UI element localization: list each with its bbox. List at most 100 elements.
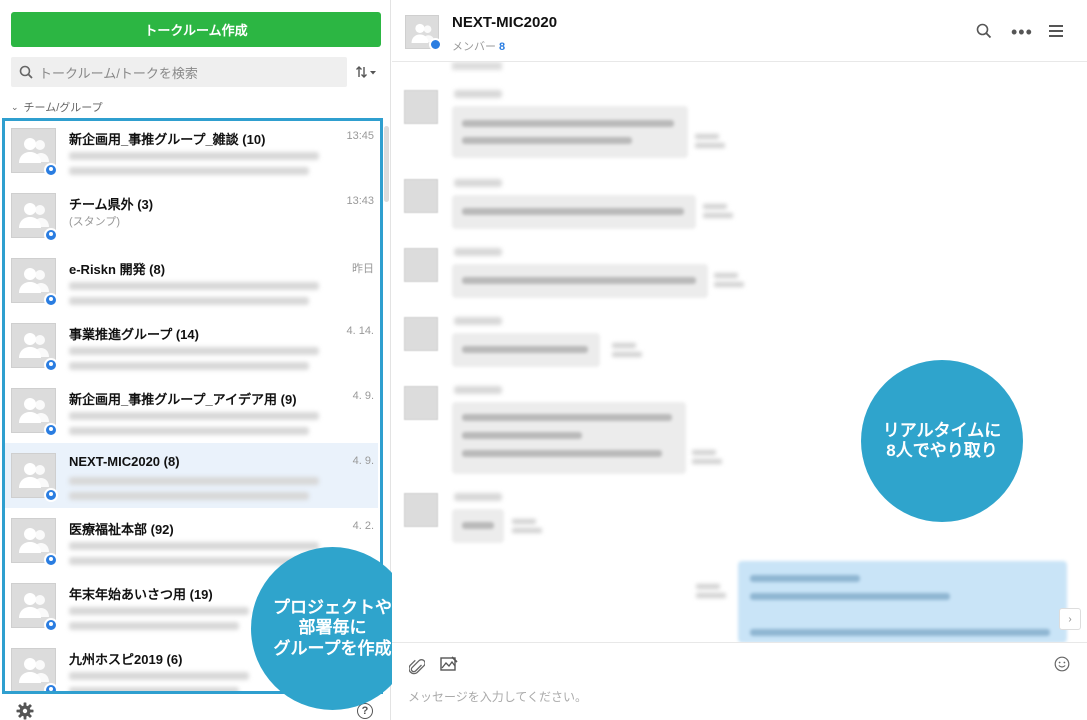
sender-name: [454, 493, 502, 501]
group-badge-icon: [44, 488, 58, 502]
callout-line: リアルタイムに: [882, 420, 1002, 440]
section-label: チーム/グループ: [23, 102, 103, 114]
chat-list-item-selected[interactable]: NEXT-MIC2020 (8) 4. 9.: [4, 443, 378, 508]
room-title: NEXT-MIC2020: [452, 14, 558, 31]
sender-avatar: [404, 386, 438, 420]
message-preview: [69, 297, 309, 305]
image-edit-icon[interactable]: [440, 656, 458, 672]
list-scrollbar[interactable]: [384, 126, 389, 202]
group-badge-icon: [44, 553, 58, 567]
search-icon: [19, 65, 33, 79]
sender-name: [454, 386, 502, 394]
sender-name: [454, 248, 502, 256]
message-input[interactable]: [408, 687, 1028, 707]
sender-avatar: [404, 90, 438, 124]
message-preview: [69, 282, 319, 290]
conversation-pane: NEXT-MIC2020 メンバー 8 ••• › メッセージを入力してください…: [392, 0, 1087, 720]
group-badge-icon: [44, 163, 58, 177]
chat-time: 13:43: [346, 195, 374, 207]
chat-name: 事業推進グループ (14): [69, 327, 199, 342]
chat-name: 九州ホスピ2019 (6): [69, 652, 183, 667]
message-preview: [69, 167, 309, 175]
sender-avatar: [404, 179, 438, 213]
message-meta: [703, 202, 735, 220]
menu-icon[interactable]: [1049, 24, 1063, 38]
message-bubble: [452, 264, 708, 298]
message-bubble: [452, 106, 688, 158]
callout-line: グループを作成: [273, 638, 392, 658]
chat-list-item[interactable]: チーム県外 (3) (スタンプ) 13:43: [4, 183, 378, 248]
message-bubble: [452, 195, 696, 229]
group-badge-icon: [429, 38, 442, 51]
message-preview: [69, 687, 239, 694]
create-talk-room-button[interactable]: トークルーム作成: [11, 12, 381, 47]
gear-icon[interactable]: [16, 702, 34, 720]
chat-name: 新企画用_事推グループ_アイデア用 (9): [69, 392, 297, 407]
message-meta: [695, 132, 727, 150]
sender-name: [454, 317, 502, 325]
chat-list-item[interactable]: 新企画用_事推グループ_雑談 (10) 13:45: [4, 118, 378, 183]
sender-name: [454, 179, 502, 187]
chat-list-item[interactable]: 事業推進グループ (14) 4. 14.: [4, 313, 378, 378]
search-input[interactable]: トークルーム/トークを検索: [39, 63, 198, 82]
sender-avatar: [404, 317, 438, 351]
message-preview: [69, 412, 319, 420]
message-bubble: [452, 333, 600, 367]
members-label: メンバー: [452, 41, 496, 53]
callout-bubble-groups: プロジェクトや 部署毎に グループを作成: [251, 547, 414, 710]
message-bubble: [452, 509, 504, 543]
message-fragment: [452, 62, 502, 70]
message-preview: [69, 362, 309, 370]
message-meta: [692, 448, 724, 466]
sort-button[interactable]: [353, 62, 379, 82]
message-meta: [714, 271, 746, 289]
sender-name: [454, 90, 502, 98]
chat-name: 年末年始あいさつ用 (19): [69, 587, 213, 602]
search-field[interactable]: トークルーム/トークを検索: [11, 57, 347, 87]
message-meta: [512, 517, 544, 535]
team-group-section-header[interactable]: ⌄ チーム/グループ: [11, 99, 103, 115]
callout-line: 部署毎に: [298, 618, 367, 638]
paperclip-icon[interactable]: [409, 657, 425, 675]
chat-time: 4. 9.: [352, 390, 374, 402]
callout-bubble-realtime: リアルタイムに 8人でやり取り: [861, 360, 1023, 522]
group-badge-icon: [44, 683, 58, 694]
more-options-icon[interactable]: •••: [1011, 22, 1033, 43]
chat-list-item[interactable]: e-Riskn 開発 (8) 昨日: [4, 248, 378, 313]
callout-line: 8人でやり取り: [886, 441, 998, 460]
message-preview: [69, 622, 239, 630]
scroll-down-button[interactable]: ›: [1059, 608, 1081, 630]
chat-time: 昨日: [352, 263, 374, 275]
chat-name: 医療福祉本部 (92): [69, 522, 174, 537]
group-badge-icon: [44, 358, 58, 372]
sender-avatar: [404, 248, 438, 282]
chat-name: チーム県外 (3): [69, 197, 154, 212]
chat-last-message: (スタンプ): [69, 216, 120, 228]
message-meta: [612, 341, 644, 359]
room-header: NEXT-MIC2020 メンバー 8 •••: [392, 0, 1087, 62]
chat-time: 4. 14.: [346, 325, 374, 337]
message-preview: [69, 347, 319, 355]
chevron-down-icon: ⌄: [11, 101, 19, 112]
emoji-icon[interactable]: [1054, 656, 1070, 672]
message-area: ›: [392, 62, 1087, 642]
message-preview: [69, 557, 309, 565]
message-bubble: [452, 402, 686, 474]
search-icon[interactable]: [976, 23, 992, 39]
sender-avatar: [404, 493, 438, 527]
message-preview: [69, 607, 249, 615]
message-preview: [69, 672, 249, 680]
member-count[interactable]: メンバー 8: [452, 38, 505, 54]
sort-icon: [356, 66, 376, 78]
own-message-bubble: [738, 561, 1067, 642]
group-badge-icon: [44, 293, 58, 307]
chat-time: 4. 2.: [352, 520, 374, 532]
chat-list-item[interactable]: 新企画用_事推グループ_アイデア用 (9) 4. 9.: [4, 378, 378, 443]
chat-name: e-Riskn 開発 (8): [69, 262, 166, 277]
message-preview: [69, 152, 319, 160]
chat-name: NEXT-MIC2020 (8): [69, 454, 180, 469]
message-preview: [69, 542, 319, 550]
message-meta: [696, 582, 728, 600]
message-preview: [69, 492, 309, 500]
chat-time: 13:45: [346, 130, 374, 142]
